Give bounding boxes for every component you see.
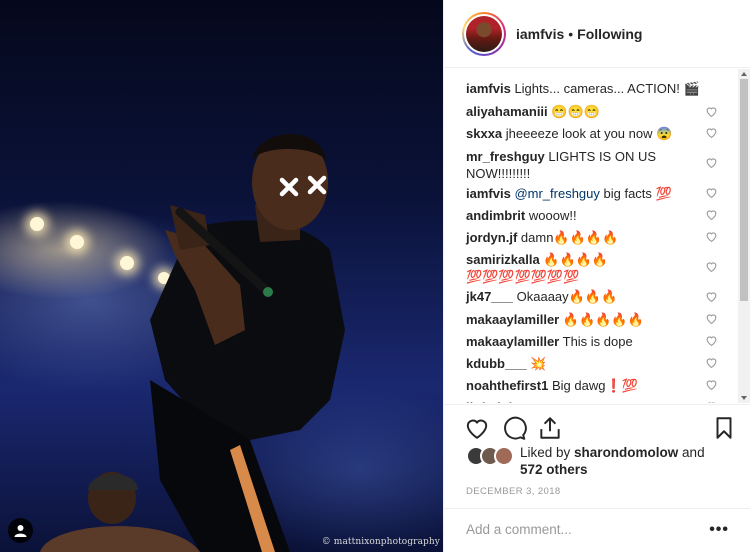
separator-dot: •: [568, 25, 574, 42]
likes-others-link[interactable]: 572 others: [520, 462, 588, 477]
add-comment-bar: Add a comment... •••: [444, 508, 750, 552]
comment-bubble-icon[interactable]: [501, 415, 527, 441]
comment-username[interactable]: mr_freshguy: [466, 149, 545, 164]
liker-avatars[interactable]: [466, 446, 518, 466]
avatar[interactable]: [462, 11, 506, 56]
comment-like-heart-icon[interactable]: [705, 126, 718, 139]
comment-text: damn🔥🔥🔥🔥: [520, 230, 619, 245]
comment-username[interactable]: iamfvis: [466, 186, 511, 201]
comment-text: wooow!!: [528, 208, 577, 223]
comment-like-heart-icon[interactable]: [705, 290, 718, 303]
comment-text: 💥: [530, 356, 547, 371]
comment-username[interactable]: jk47___: [466, 289, 513, 304]
avatar: [494, 446, 514, 466]
comment-like-heart-icon[interactable]: [705, 260, 718, 273]
comment-text: jheeeeze look at you now 😨: [505, 126, 673, 141]
likes-connector: and: [678, 445, 705, 460]
comment-text: 🔥🔥🔥🔥🔥: [562, 312, 644, 327]
comment-text: big facts 💯: [599, 186, 672, 201]
comment-item: littledole Y: [466, 399, 718, 403]
comment-username[interactable]: makaaylamiller: [466, 334, 559, 349]
comment-like-heart-icon[interactable]: [705, 334, 718, 347]
scroll-down-arrow-icon[interactable]: [741, 396, 747, 400]
comment-item: kdubb___ 💥: [466, 355, 718, 372]
comment-item: skxxa jheeeeze look at you now 😨: [466, 125, 718, 142]
comment-mention-link[interactable]: @mr_freshguy: [514, 186, 599, 201]
comment-like-heart-icon[interactable]: [705, 208, 718, 221]
comment-item: jordyn.jf damn🔥🔥🔥🔥: [466, 229, 718, 246]
comment-item: noahthefirst1 Big dawg❗💯: [466, 377, 718, 394]
post-date[interactable]: DECEMBER 3, 2018: [466, 486, 561, 497]
comment-text: 😁😁😁: [551, 104, 600, 119]
comment-text: Big dawg❗💯: [551, 378, 638, 393]
comment-username[interactable]: littledole: [466, 400, 519, 403]
comment-item: jk47___ Okaaaay🔥🔥🔥: [466, 288, 718, 305]
likes-prefix: Liked by: [520, 445, 575, 460]
comment-username[interactable]: skxxa: [466, 126, 502, 141]
comment-username[interactable]: makaaylamiller: [466, 312, 559, 327]
user-icon: [14, 525, 27, 537]
comment-username[interactable]: jordyn.jf: [466, 230, 517, 245]
comment-text: This is dope: [562, 334, 633, 349]
likes-text: Liked by sharondomolow and 572 others: [520, 444, 730, 478]
comment-username[interactable]: noahthefirst1: [466, 378, 548, 393]
comment-text: Okaaaay🔥🔥🔥: [516, 289, 618, 304]
comment-item: makaaylamiller 🔥🔥🔥🔥🔥: [466, 311, 718, 328]
performer-figure: [40, 133, 345, 552]
comment-like-heart-icon[interactable]: [705, 105, 718, 118]
header-username[interactable]: iamfvis: [516, 26, 564, 42]
comment-username[interactable]: iamfvis: [466, 81, 511, 96]
comment-username[interactable]: andimbrit: [466, 208, 525, 223]
comments-list[interactable]: iamfvis Lights... cameras... ACTION! 🎬 a…: [444, 69, 750, 403]
comment-like-heart-icon[interactable]: [705, 230, 718, 243]
avatar-image: [466, 15, 502, 52]
comment-item: samirizkalla 🔥🔥🔥🔥 💯💯💯💯💯💯💯: [466, 251, 616, 285]
comment-like-heart-icon[interactable]: [705, 186, 718, 199]
comment-like-heart-icon[interactable]: [705, 156, 718, 169]
add-comment-input[interactable]: Add a comment...: [466, 522, 572, 537]
heart-outline-icon[interactable]: [464, 415, 490, 441]
comment-item: iamfvis @mr_freshguy big facts 💯: [466, 185, 718, 202]
post-photo[interactable]: © mattnixonphotography: [0, 0, 443, 552]
more-options-icon[interactable]: •••: [709, 521, 729, 539]
following-button[interactable]: Following: [577, 26, 642, 42]
comment-text: Y: [523, 400, 532, 403]
liker-username[interactable]: sharondomolow: [574, 445, 678, 460]
comment-username[interactable]: aliyahamaniii: [466, 104, 548, 119]
comment-username[interactable]: kdubb___: [466, 356, 527, 371]
post-actions: [444, 404, 750, 440]
comment-item: makaaylamiller This is dope: [466, 333, 718, 350]
share-upload-icon[interactable]: [537, 415, 563, 441]
comments-scrollbar[interactable]: [738, 69, 750, 403]
comment-item: mr_freshguy LIGHTS IS ON US NOW!!!!!!!!!: [466, 148, 656, 182]
scrollbar-thumb[interactable]: [740, 79, 748, 301]
comment-like-heart-icon[interactable]: [705, 312, 718, 325]
comment-item: aliyahamaniii 😁😁😁: [466, 103, 718, 120]
post-details-panel: iamfvis • Following iamfvis Lights... ca…: [443, 0, 750, 552]
comment-username[interactable]: samirizkalla: [466, 252, 540, 267]
bookmark-icon[interactable]: [711, 415, 737, 441]
comment-text: Lights... cameras... ACTION! 🎬: [514, 81, 700, 96]
photo-credit: © mattnixonphotography: [321, 537, 440, 547]
comment-like-heart-icon[interactable]: [705, 400, 718, 403]
post-header: iamfvis • Following: [444, 0, 750, 68]
comment-like-heart-icon[interactable]: [705, 378, 718, 391]
comment-item: iamfvis Lights... cameras... ACTION! 🎬: [466, 80, 718, 97]
tagged-users-button[interactable]: [8, 518, 33, 543]
scroll-up-arrow-icon[interactable]: [741, 72, 747, 76]
comment-like-heart-icon[interactable]: [705, 356, 718, 369]
comment-item: andimbrit wooow!!: [466, 207, 718, 224]
